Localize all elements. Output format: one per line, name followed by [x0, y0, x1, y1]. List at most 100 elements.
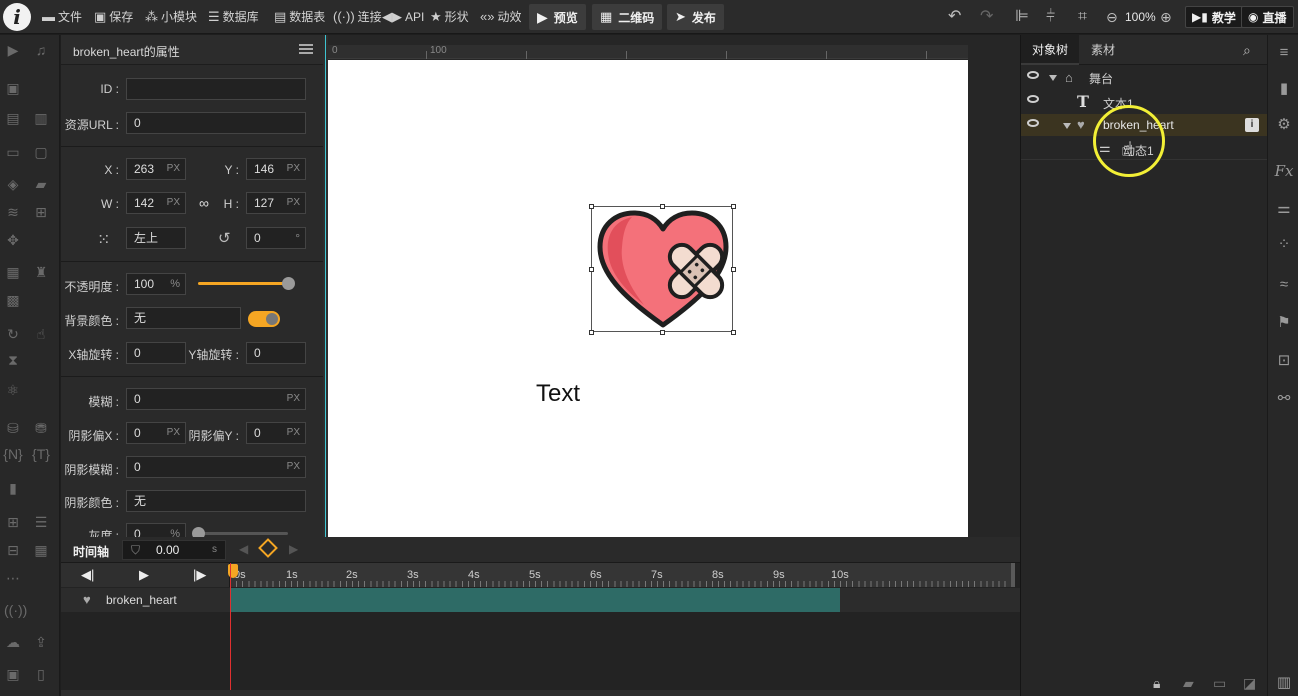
chat-icon[interactable]: ◪ [1243, 675, 1256, 692]
step-forward-icon[interactable]: |▶ [193, 567, 206, 583]
easel-icon[interactable]: ♜ [32, 263, 50, 281]
y-input[interactable]: 146 PX [246, 158, 306, 180]
connect-button[interactable]: ((·)) 连接 [333, 0, 382, 34]
next-keyframe-icon[interactable]: ▶ [289, 542, 298, 556]
document-icon[interactable]: ▥ [32, 109, 50, 127]
track-bar[interactable] [230, 588, 840, 612]
publish-button[interactable]: ➤ 发布 [667, 4, 724, 30]
signal-icon[interactable]: ((·)) [4, 601, 27, 619]
trash-icon[interactable]: ▥ [1274, 673, 1294, 693]
hourglass-icon[interactable]: ⧗ [4, 351, 22, 369]
file-menu[interactable]: ▬ 文件 [42, 0, 82, 34]
chart-icon[interactable]: ▩ [4, 291, 22, 309]
stage-text-element[interactable]: Text [536, 380, 580, 408]
variable-t-icon[interactable]: {T} [30, 445, 52, 463]
menu-icon[interactable] [299, 44, 313, 54]
shadow-y-input[interactable]: 0 PX [246, 422, 306, 444]
timeline-scrollbar[interactable] [1011, 563, 1015, 587]
x-input[interactable]: 263 PX [126, 158, 186, 180]
bgcolor-toggle[interactable] [248, 311, 280, 327]
panel-icon[interactable]: ▦ [4, 263, 22, 281]
resize-handle[interactable] [731, 330, 736, 335]
rotation-input[interactable]: 0 ° [246, 227, 306, 249]
pointer-icon[interactable]: ☝ [32, 325, 50, 343]
qrcode-button[interactable]: ▦ 二维码 [592, 4, 663, 30]
resize-handle[interactable] [589, 204, 594, 209]
function-icon[interactable]: Fx [1274, 161, 1294, 181]
tab-object-tree[interactable]: 对象树 [1021, 35, 1079, 65]
opacity-slider-handle[interactable] [282, 277, 295, 290]
time-input[interactable]: ⛉ 0.00 s [122, 540, 226, 560]
gray-input[interactable]: 0% [126, 523, 186, 537]
device-icon[interactable]: ▯ [32, 665, 50, 683]
db2-icon[interactable]: ⛃ [32, 419, 50, 437]
datatable-button[interactable]: ▤ 数据表 [274, 0, 325, 34]
xrot-input[interactable]: 0 [126, 342, 186, 364]
gray-slider-handle[interactable] [192, 527, 205, 537]
timeline-track-row[interactable]: ♥ broken_heart [61, 588, 1020, 612]
tutorial-button[interactable]: ▶▮ 教学 [1185, 6, 1243, 28]
adjust-icon[interactable]: ⚌ [1274, 199, 1294, 219]
url-input[interactable]: 0 [126, 112, 306, 134]
step-back-icon[interactable]: ◀| [81, 567, 94, 583]
align-left-icon[interactable]: ⊫ [1015, 0, 1029, 34]
animation-button[interactable]: «» 动效 [480, 0, 521, 34]
gray-slider-track[interactable] [198, 532, 288, 535]
eye-icon[interactable] [1027, 119, 1039, 127]
horizontal-scrollbar[interactable] [61, 690, 1020, 696]
undo-icon[interactable]: ↶ [948, 0, 961, 34]
resize-handle[interactable] [660, 330, 665, 335]
database-button[interactable]: ☰ 数据库 [208, 0, 259, 34]
frame-icon[interactable]: ▣ [4, 665, 22, 683]
align-center-icon[interactable]: ⫩ [1046, 0, 1055, 34]
form-icon[interactable]: ⊟ [4, 541, 22, 559]
eye-icon[interactable] [1027, 95, 1039, 103]
list-icon[interactable]: ☰ [32, 513, 50, 531]
eye-icon[interactable] [1027, 71, 1039, 79]
yrot-input[interactable]: 0 [246, 342, 306, 364]
zoom-out-icon[interactable]: ⊖ [1106, 0, 1118, 34]
resize-handle[interactable] [589, 330, 594, 335]
w-input[interactable]: 142 PX [126, 192, 186, 214]
expand-icon[interactable] [1049, 75, 1057, 81]
api-button[interactable]: ◀▶ API [382, 0, 424, 34]
frame-icon[interactable]: ⊡ [1274, 351, 1294, 371]
resize-handle[interactable] [731, 204, 736, 209]
atom-icon[interactable]: ⚛ [4, 381, 22, 399]
wind-icon[interactable]: ≈ [1274, 275, 1294, 295]
info-badge-icon[interactable]: i [1245, 118, 1259, 132]
table-grid-icon[interactable]: ▦ [32, 541, 50, 559]
preview-button[interactable]: ▶ 预览 [529, 4, 586, 30]
grid-icon[interactable]: ⊞ [4, 513, 22, 531]
id-input[interactable] [126, 78, 306, 100]
info-panel-icon[interactable]: ▮ [1274, 79, 1294, 99]
screen-icon[interactable]: ▭ [4, 143, 22, 161]
play-icon[interactable]: ▶ [139, 567, 149, 583]
redo-icon[interactable]: ↷ [980, 0, 993, 34]
settings-icon[interactable]: ⚙ [1274, 115, 1294, 135]
opacity-input[interactable]: 100% [126, 273, 186, 295]
search-icon[interactable]: ⌕ [1243, 42, 1251, 59]
link-icon[interactable]: ⚯ [1274, 389, 1294, 409]
layers-icon[interactable]: ≋ [4, 203, 22, 221]
save-button[interactable]: ▣ 保存 [94, 0, 133, 34]
wechat-icon[interactable]: ☁ [4, 633, 22, 651]
resize-handle[interactable] [660, 204, 665, 209]
prev-keyframe-icon[interactable]: ◀ [239, 542, 248, 556]
module-button[interactable]: ⁂ 小模块 [145, 0, 197, 34]
refresh-icon[interactable]: ↻ [4, 325, 22, 343]
resize-handle[interactable] [589, 267, 594, 272]
resize-handle[interactable] [731, 267, 736, 272]
tree-item-stage[interactable]: ⌂ 舞台 [1021, 66, 1268, 88]
shadow-blur-input[interactable]: 0 PX [126, 456, 306, 478]
stage[interactable]: Text [328, 60, 968, 537]
music-icon[interactable]: ♫ [32, 41, 50, 59]
add-keyframe-icon[interactable] [258, 538, 278, 558]
anchor-grid-icon[interactable]: ⁙ [97, 230, 110, 250]
comment-icon[interactable]: ▭ [1213, 675, 1226, 692]
db-icon[interactable]: ⛁ [4, 419, 22, 437]
sliders-icon[interactable]: ⊞ [32, 203, 50, 221]
card-icon[interactable]: ▮ [4, 479, 22, 497]
menu-icon[interactable]: ≡ [1274, 43, 1294, 63]
bgcolor-input[interactable]: 无 [126, 307, 241, 329]
